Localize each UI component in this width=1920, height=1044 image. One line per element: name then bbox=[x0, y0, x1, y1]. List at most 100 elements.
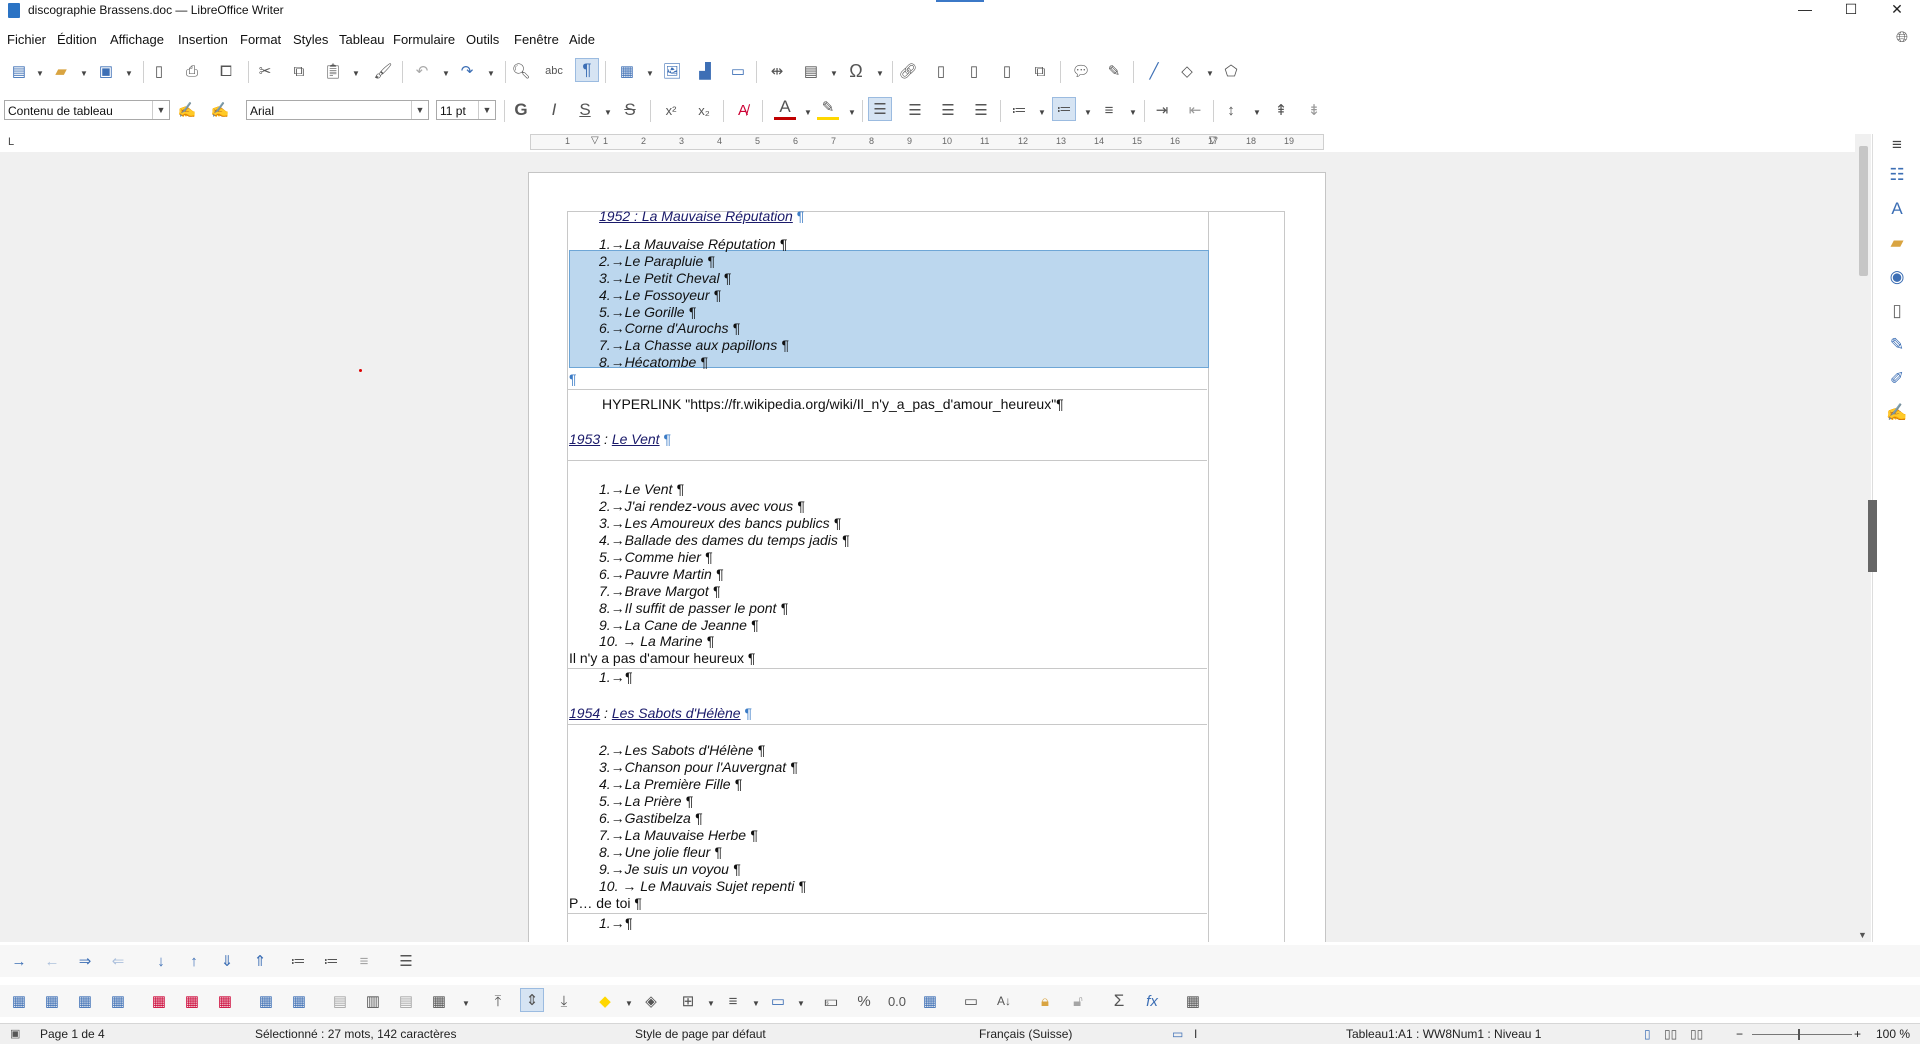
menu-styles[interactable]: Styles bbox=[293, 32, 328, 47]
track-item[interactable]: 10. → La Marine ¶ bbox=[599, 633, 714, 649]
track-item[interactable]: 2.→Les Sabots d'Hélène ¶ bbox=[599, 742, 765, 758]
superscript-icon[interactable]: x² bbox=[660, 99, 682, 121]
clear-formatting-icon[interactable]: A̸ bbox=[732, 99, 754, 121]
chevron-down-icon[interactable]: ▼ bbox=[411, 101, 428, 119]
align-left-icon[interactable]: ☰ bbox=[868, 97, 892, 121]
new-style-icon[interactable]: ✍ bbox=[209, 99, 231, 121]
track-item[interactable]: 8.→Il suffit de passer le pont ¶ bbox=[599, 600, 788, 616]
track-item[interactable]: 7.→La Chasse aux papillons ¶ bbox=[599, 337, 789, 353]
book-view-icon[interactable]: ▯▯ bbox=[1690, 1027, 1703, 1041]
chevron-down-icon[interactable]: ▼ bbox=[1129, 108, 1137, 117]
design-icon[interactable]: ✍ bbox=[1886, 402, 1908, 424]
track-item[interactable]: 6.→Gastibelza ¶ bbox=[599, 810, 702, 826]
sum-icon[interactable]: Σ bbox=[1108, 990, 1130, 1012]
update-style-icon[interactable]: ✍ bbox=[176, 99, 198, 121]
style-inspector-icon[interactable]: ✎ bbox=[1886, 334, 1908, 356]
zoom-slider[interactable] bbox=[1752, 1034, 1852, 1035]
redo-icon[interactable]: ↷ bbox=[456, 60, 478, 82]
draw-functions-icon[interactable]: ⬠ bbox=[1220, 60, 1242, 82]
paragraph-p-de-toi[interactable]: P… de toi ¶ bbox=[569, 895, 642, 911]
track-item[interactable]: 6.→Corne d'Aurochs ¶ bbox=[599, 320, 740, 336]
chevron-down-icon[interactable]: ▼ bbox=[1038, 108, 1046, 117]
document-page[interactable]: 1952 : La Mauvaise Réputation ¶ 1.→La Ma… bbox=[528, 172, 1326, 942]
chevron-down-icon[interactable]: ▼ bbox=[487, 69, 495, 78]
scroll-down-icon[interactable]: ▼ bbox=[1858, 930, 1867, 940]
bullet-list-icon[interactable]: ≔ bbox=[1008, 99, 1030, 121]
number-format-date-icon[interactable]: ▦ bbox=[919, 990, 941, 1012]
promote-with-sublevels-icon[interactable]: ⇐ bbox=[107, 950, 129, 972]
track-item[interactable]: 2.→J'ai rendez-vous avec vous ¶ bbox=[599, 498, 805, 514]
scrollbar-thumb[interactable] bbox=[1859, 146, 1868, 276]
select-table-icon[interactable]: ▦ bbox=[288, 990, 310, 1012]
insert-row-above-icon[interactable]: ▦ bbox=[8, 990, 30, 1012]
align-bottom-icon[interactable]: ⤓ bbox=[553, 990, 575, 1012]
export-pdf-icon[interactable]: ▯ bbox=[148, 60, 170, 82]
album-year[interactable]: 1954 bbox=[569, 705, 600, 721]
line-spacing-icon[interactable]: ↕ bbox=[1220, 99, 1242, 121]
menu-fichier[interactable]: Fichier bbox=[7, 32, 46, 47]
multi-page-view-icon[interactable]: ▯▯ bbox=[1664, 1027, 1677, 1041]
optimize-size-icon[interactable]: ▦ bbox=[428, 990, 450, 1012]
subscript-icon[interactable]: x₂ bbox=[693, 99, 715, 121]
cell-background-icon[interactable]: ◆ bbox=[594, 990, 616, 1012]
chevron-down-icon[interactable]: ▼ bbox=[442, 69, 450, 78]
increase-paragraph-spacing-icon[interactable]: ⇞ bbox=[1270, 99, 1292, 121]
chevron-down-icon[interactable]: ▼ bbox=[80, 69, 88, 78]
insert-column-before-icon[interactable]: ▦ bbox=[74, 990, 96, 1012]
align-center-icon[interactable]: ☰ bbox=[904, 99, 926, 121]
align-top-icon[interactable]: ⤒ bbox=[487, 990, 509, 1012]
sort-icon[interactable]: A↓ bbox=[993, 990, 1015, 1012]
menu-insertion[interactable]: Insertion bbox=[178, 32, 228, 47]
word-count-status[interactable]: Sélectionné : 27 mots, 142 caractères bbox=[255, 1027, 456, 1041]
new-document-icon[interactable]: ▤ bbox=[8, 60, 30, 82]
chevron-down-icon[interactable]: ▼ bbox=[478, 101, 495, 119]
font-name-select[interactable]: Arial ▼ bbox=[246, 100, 429, 120]
number-format-percent-icon[interactable]: % bbox=[853, 990, 875, 1012]
insert-line-icon[interactable]: ╱ bbox=[1143, 60, 1165, 82]
track-item[interactable]: 4.→Ballade des dames du temps jadis ¶ bbox=[599, 532, 849, 548]
delete-rows-icon[interactable]: ▦ bbox=[148, 990, 170, 1012]
insert-chart-icon[interactable]: ▟ bbox=[694, 60, 716, 82]
copy-icon[interactable]: ⧉ bbox=[288, 60, 310, 82]
gallery-icon[interactable]: ▰ bbox=[1886, 232, 1908, 254]
chevron-down-icon[interactable]: ▼ bbox=[1253, 108, 1261, 117]
hyperlink-field[interactable]: HYPERLINK "https://fr.wikipedia.org/wiki… bbox=[602, 396, 1064, 412]
chevron-down-icon[interactable]: ▼ bbox=[1206, 69, 1214, 78]
menu-edition[interactable]: Édition bbox=[57, 32, 97, 47]
bookmark-icon[interactable]: ▯ bbox=[996, 60, 1018, 82]
chevron-down-icon[interactable]: ▼ bbox=[752, 999, 760, 1008]
track-item[interactable]: 9.→La Cane de Jeanne ¶ bbox=[599, 617, 758, 633]
hyperlink-icon[interactable]: 🔗︎ bbox=[897, 60, 919, 82]
track-item[interactable]: 9.→Je suis un voyou ¶ bbox=[599, 861, 740, 877]
restart-numbering-icon[interactable]: ≔ bbox=[320, 950, 342, 972]
spelling-icon[interactable]: abc bbox=[543, 60, 565, 82]
justify-icon[interactable]: ☰ bbox=[970, 99, 992, 121]
italic-button[interactable]: I bbox=[543, 99, 565, 121]
open-folder-icon[interactable]: ▰ bbox=[50, 60, 72, 82]
track-item[interactable]: 10. → Le Mauvais Sujet repenti ¶ bbox=[599, 878, 806, 894]
track-item[interactable]: 2.→Le Parapluie ¶ bbox=[599, 253, 715, 269]
decrease-paragraph-spacing-icon[interactable]: ⇟ bbox=[1303, 99, 1325, 121]
highlight-color-icon[interactable]: ✎ bbox=[817, 97, 839, 120]
menu-outils[interactable]: Outils bbox=[466, 32, 499, 47]
track-item[interactable]: 3.→Le Petit Cheval ¶ bbox=[599, 270, 731, 286]
empty-paragraph[interactable]: ¶ bbox=[569, 371, 577, 387]
track-item[interactable]: 8.→Une jolie fleur ¶ bbox=[599, 844, 722, 860]
basic-shapes-icon[interactable]: ◇ bbox=[1176, 60, 1198, 82]
page-number-status[interactable]: Page 1 de 4 bbox=[40, 1027, 105, 1041]
indent-marker-icon[interactable]: ▽ bbox=[591, 135, 599, 146]
footnote-icon[interactable]: ▯ bbox=[930, 60, 952, 82]
align-right-icon[interactable]: ☰ bbox=[937, 99, 959, 121]
undo-icon[interactable]: ↶ bbox=[411, 60, 433, 82]
move-down-icon[interactable]: ↓ bbox=[150, 950, 172, 972]
print-preview-icon[interactable]: ⧠ bbox=[215, 60, 237, 82]
numbered-list-icon[interactable]: ≔ bbox=[1052, 97, 1076, 121]
properties-icon[interactable]: ☷ bbox=[1886, 164, 1908, 186]
insert-image-icon[interactable]: 🖼︎ bbox=[661, 60, 683, 82]
chevron-down-icon[interactable]: ▼ bbox=[804, 108, 812, 117]
autoformat-styles-icon[interactable]: ◈ bbox=[640, 990, 662, 1012]
empty-list-item[interactable]: 1.→¶ bbox=[599, 915, 632, 931]
insert-column-after-icon[interactable]: ▦ bbox=[107, 990, 129, 1012]
chevron-down-icon[interactable]: ▼ bbox=[830, 69, 838, 78]
move-down-with-sublevels-icon[interactable]: ⇓ bbox=[216, 950, 238, 972]
